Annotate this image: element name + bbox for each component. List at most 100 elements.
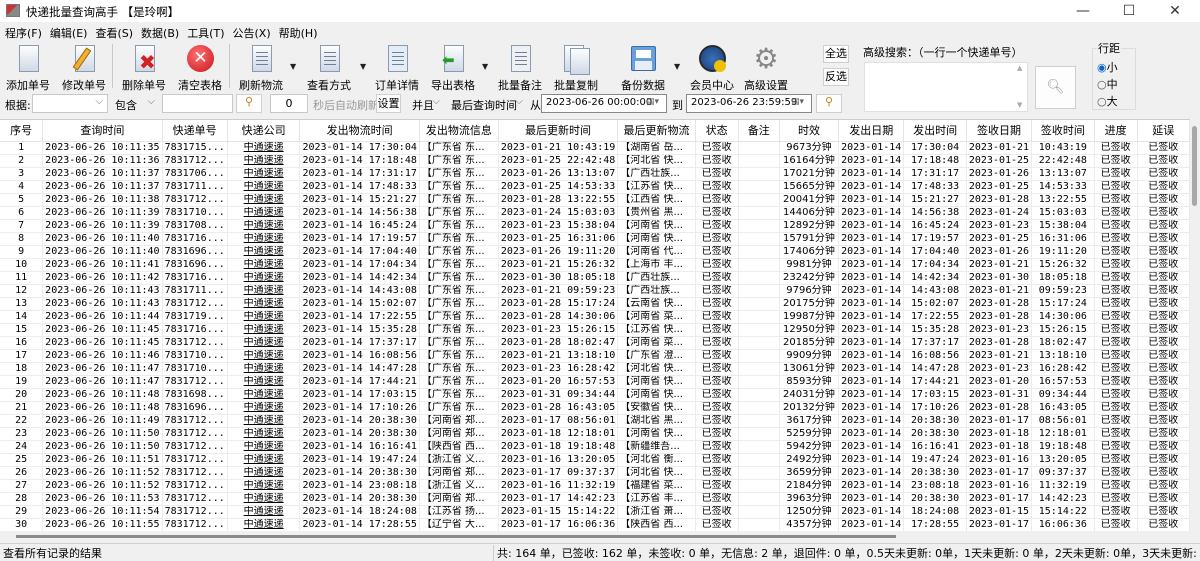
order-detail-button[interactable]: 订单详情 bbox=[369, 42, 425, 92]
column-header-delay[interactable]: 延误 bbox=[1137, 120, 1190, 142]
table-row[interactable]: 22 2023-06-26 10:11:49 7831712... 中通速递 2023-… bbox=[0, 414, 1190, 428]
settings-button[interactable]: 设置 bbox=[376, 94, 401, 113]
table-row[interactable]: 1 2023-06-26 10:11:35 7831715... 中通速递 2023-0… bbox=[0, 141, 1190, 155]
advanced-search-textarea[interactable] bbox=[864, 62, 1028, 112]
filter-search-button[interactable]: ⚲ bbox=[236, 94, 262, 113]
column-header-tracking-number[interactable]: 快递单号 bbox=[162, 120, 228, 142]
add-number-button[interactable]: 添加单号 bbox=[0, 42, 56, 92]
cell-send-time: 2023-01-14 17:48:33 bbox=[299, 180, 420, 194]
column-header-send-time[interactable]: 发出物流时间 bbox=[299, 120, 420, 142]
row-spacing-small-radio[interactable]: ◉小 bbox=[1097, 59, 1118, 75]
table-row[interactable]: 26 2023-06-26 10:11:52 7831712... 中通速递 2023-… bbox=[0, 466, 1190, 480]
row-spacing-medium-radio[interactable]: ○中 bbox=[1097, 76, 1118, 92]
cell-delay: 已签收 bbox=[1137, 401, 1190, 415]
edit-number-button[interactable]: 修改单号 bbox=[56, 42, 112, 92]
clear-table-button[interactable]: ✕ 清空表格 bbox=[172, 42, 228, 92]
column-header-sign-clock[interactable]: 签收时间 bbox=[1031, 120, 1095, 142]
table-row[interactable]: 17 2023-06-26 10:11:46 7831710... 中通速递 2023-… bbox=[0, 349, 1190, 363]
table-row[interactable]: 4 2023-06-26 10:11:37 7831711... 中通速递 2023-0… bbox=[0, 180, 1190, 194]
menu-program[interactable]: 程序(F) bbox=[0, 22, 45, 41]
table-row[interactable]: 12 2023-06-26 10:11:43 7831711... 中通速递 2023-… bbox=[0, 284, 1190, 298]
table-row[interactable]: 15 2023-06-26 10:11:45 7831716... 中通速递 2023-… bbox=[0, 323, 1190, 337]
table-row[interactable]: 30 2023-06-26 10:11:55 7831712... 中通速递 2023-… bbox=[0, 518, 1190, 531]
table-row[interactable]: 2 2023-06-26 10:11:36 7831712... 中通速递 2023-0… bbox=[0, 154, 1190, 168]
table-row[interactable]: 7 2023-06-26 10:11:39 7831708... 中通速递 2023-0… bbox=[0, 219, 1190, 233]
select-all-button[interactable]: 全选 bbox=[823, 45, 849, 63]
cell-send-clock: 17:19:57 bbox=[903, 232, 967, 246]
column-header-send-clock[interactable]: 发出时间 bbox=[903, 120, 967, 142]
batch-remark-button[interactable]: 批量备注 bbox=[492, 42, 548, 92]
menu-data[interactable]: 数据(B) bbox=[136, 22, 182, 41]
export-dropdown-arrow[interactable]: ▼ bbox=[482, 62, 488, 71]
column-header-status[interactable]: 状态 bbox=[695, 120, 739, 142]
column-header-courier[interactable]: 快递公司 bbox=[227, 120, 301, 142]
maximize-button[interactable]: ☐ bbox=[1106, 0, 1152, 22]
column-header-send-date[interactable]: 发出日期 bbox=[838, 120, 905, 142]
column-header-duration[interactable]: 时效 bbox=[779, 120, 840, 142]
scroll-down-arrow[interactable]: ▼ bbox=[1017, 101, 1022, 109]
table-row[interactable]: 13 2023-06-26 10:11:43 7831712... 中通速递 2023-… bbox=[0, 297, 1190, 311]
column-header-send-info[interactable]: 发出物流信息 bbox=[419, 120, 499, 142]
view-mode-button[interactable]: 查看方式 bbox=[301, 42, 357, 92]
filter-field-select[interactable] bbox=[32, 94, 108, 113]
menu-announcement[interactable]: 公告(X) bbox=[228, 22, 274, 41]
table-row[interactable]: 20 2023-06-26 10:11:48 7831698... 中通速递 2023-… bbox=[0, 388, 1190, 402]
table-row[interactable]: 23 2023-06-26 10:11:50 7831712... 中通速递 2023-… bbox=[0, 427, 1190, 441]
keyword-input[interactable] bbox=[162, 94, 233, 113]
table-row[interactable]: 14 2023-06-26 10:11:44 7831719... 中通速递 2023-… bbox=[0, 310, 1190, 324]
column-header-last-update-time[interactable]: 最后更新时间 bbox=[498, 120, 619, 142]
column-header-seq[interactable]: 序号 bbox=[0, 120, 44, 142]
column-header-last-update-info[interactable]: 最后更新物流 bbox=[617, 120, 696, 142]
refresh-seconds-input[interactable]: 0 bbox=[270, 94, 308, 113]
calendar-icon[interactable]: ▤▾ bbox=[791, 97, 804, 107]
calendar-icon[interactable]: ▤▾ bbox=[646, 97, 659, 107]
table-row[interactable]: 9 2023-06-26 10:11:40 7831696... 中通速递 2023-0… bbox=[0, 245, 1190, 259]
minimize-button[interactable]: — bbox=[1060, 0, 1106, 22]
batch-copy-button[interactable]: 批量复制 bbox=[548, 42, 604, 92]
table-row[interactable]: 6 2023-06-26 10:11:39 7831710... 中通速递 2023-0… bbox=[0, 206, 1190, 220]
backup-dropdown-arrow[interactable]: ▼ bbox=[674, 62, 680, 71]
view-mode-dropdown-arrow[interactable]: ▼ bbox=[360, 62, 366, 71]
table-row[interactable]: 16 2023-06-26 10:11:45 7831712... 中通速递 2023-… bbox=[0, 336, 1190, 350]
menu-help[interactable]: 帮助(H) bbox=[274, 22, 321, 41]
refresh-logistics-button[interactable]: 刷新物流 bbox=[233, 42, 289, 92]
match-mode-select[interactable]: 包含 bbox=[110, 94, 160, 113]
table-row[interactable]: 3 2023-06-26 10:11:37 7831706... 中通速递 2023-0… bbox=[0, 167, 1190, 181]
table-row[interactable]: 10 2023-06-26 10:11:41 7831696... 中通速递 2023-… bbox=[0, 258, 1190, 272]
table-row[interactable]: 27 2023-06-26 10:11:52 7831712... 中通速递 2023-… bbox=[0, 479, 1190, 493]
cell-send-date: 2023-01-14 bbox=[838, 427, 905, 441]
column-header-remark[interactable]: 备注 bbox=[738, 120, 780, 142]
table-row[interactable]: 8 2023-06-26 10:11:40 7831716... 中通速递 2023-0… bbox=[0, 232, 1190, 246]
row-spacing-large-radio[interactable]: ○大 bbox=[1097, 93, 1118, 109]
table-row[interactable]: 19 2023-06-26 10:11:47 7831712... 中通速递 2023-… bbox=[0, 375, 1190, 389]
menu-edit[interactable]: 编辑(E) bbox=[45, 22, 91, 41]
close-button[interactable]: ✕ bbox=[1152, 0, 1198, 22]
table-row[interactable]: 5 2023-06-26 10:11:38 7831712... 中通速递 2023-0… bbox=[0, 193, 1190, 207]
table-row[interactable]: 24 2023-06-26 10:11:50 7831712... 中通速递 2023-… bbox=[0, 440, 1190, 454]
column-header-query-time[interactable]: 查询时间 bbox=[42, 120, 163, 142]
logic-select[interactable]: 并且 bbox=[407, 94, 445, 113]
scroll-up-arrow[interactable]: ▲ bbox=[1017, 64, 1022, 72]
advanced-search-button[interactable]: 🔍︎ bbox=[1035, 66, 1076, 109]
advanced-settings-button[interactable]: ⚙ 高级设置 bbox=[738, 42, 794, 93]
invert-selection-button[interactable]: 反选 bbox=[823, 68, 849, 86]
table-row[interactable]: 29 2023-06-26 10:11:54 7831712... 中通速递 2023-… bbox=[0, 505, 1190, 519]
table-row[interactable]: 11 2023-06-26 10:11:42 7831716... 中通速递 2023-… bbox=[0, 271, 1190, 285]
table-row[interactable]: 21 2023-06-26 10:11:48 7831696... 中通速递 2023-… bbox=[0, 401, 1190, 415]
menu-tools[interactable]: 工具(T) bbox=[182, 22, 227, 41]
column-header-sign-date[interactable]: 签收日期 bbox=[966, 120, 1033, 142]
vertical-scroll-thumb[interactable] bbox=[1192, 126, 1197, 206]
table-row[interactable]: 25 2023-06-26 10:11:51 7831712... 中通速递 2023-… bbox=[0, 453, 1190, 467]
member-center-button[interactable]: 会员中心 bbox=[684, 42, 740, 92]
export-table-button[interactable]: ⬅ 导出表格 bbox=[425, 42, 481, 92]
horizontal-scroll-thumb[interactable] bbox=[16, 535, 896, 538]
table-row[interactable]: 18 2023-06-26 10:11:47 7831710... 中通速递 2023-… bbox=[0, 362, 1190, 376]
date-search-button[interactable]: ⚲ bbox=[816, 94, 842, 113]
menu-view[interactable]: 查看(S) bbox=[90, 22, 136, 41]
table-row[interactable]: 28 2023-06-26 10:11:53 7831712... 中通速递 2023-… bbox=[0, 492, 1190, 506]
column-header-progress[interactable]: 进度 bbox=[1094, 120, 1138, 142]
time-field-select[interactable]: 最后查询时间 bbox=[446, 94, 528, 113]
backup-data-button[interactable]: 备份数据 bbox=[615, 42, 671, 92]
delete-number-button[interactable]: ✖ 删除单号 bbox=[116, 42, 172, 92]
refresh-dropdown-arrow[interactable]: ▼ bbox=[290, 62, 296, 71]
